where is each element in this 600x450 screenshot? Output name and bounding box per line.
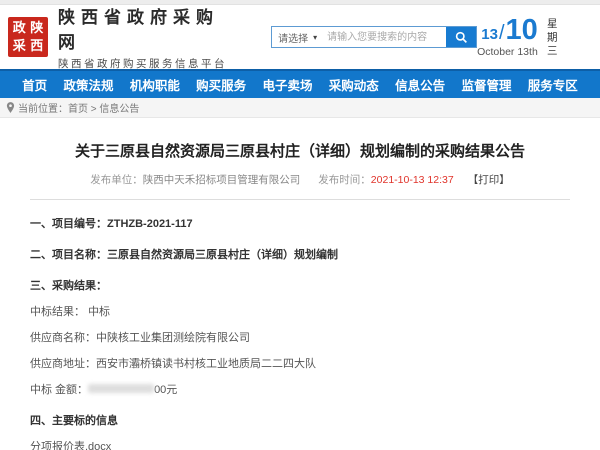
weekday-label: 星期三 — [545, 16, 560, 59]
date-widget: 13 / 10 October 13th 星期三 — [477, 16, 592, 59]
publish-time-label: 发布时间： — [318, 174, 371, 186]
publisher-value: 陕西中天禾招标项目管理有限公司 — [143, 174, 301, 186]
nav-item-announcements[interactable]: 信息公告 — [395, 75, 445, 94]
nav-item-e-mall[interactable]: 电子卖场 — [262, 75, 312, 94]
subject-heading: 四、主要标的信息 — [30, 412, 570, 428]
project-number-line: 一、项目编号：ZTHZB-2021-117 — [30, 215, 570, 231]
nav-item-supervision[interactable]: 监督管理 — [461, 75, 511, 94]
search-icon — [455, 31, 468, 44]
location-pin-icon — [6, 102, 15, 113]
article: 关于三原县自然资源局三原县村庄（详细）规划编制的采购结果公告 发布单位：陕西中天… — [0, 140, 600, 450]
nav-item-procurement-news[interactable]: 采购动态 — [329, 75, 379, 94]
chevron-down-icon: ▾ — [313, 33, 317, 42]
search-category-select[interactable]: 请选择 ▾ — [272, 27, 323, 47]
article-meta: 发布单位：陕西中天禾招标项目管理有限公司 发布时间：2021-10-13 12:3… — [30, 172, 570, 187]
search-select-label: 请选择 — [278, 30, 308, 45]
bid-result-value: 中标 — [88, 306, 110, 318]
publish-time-value: 2021-10-13 12:37 — [371, 174, 454, 186]
project-number-value: ZTHZB-2021-117 — [107, 218, 193, 230]
search-button[interactable] — [446, 27, 476, 47]
logo-char: 采 — [11, 38, 28, 55]
attachment-link[interactable]: 分项报价表.docx — [30, 438, 570, 450]
redacted-amount — [88, 384, 154, 393]
supplier-address-label: 供应商地址： — [30, 358, 96, 370]
supplier-address-line: 供应商地址：西安市灞桥镇读书村核工业地质局二二四大队 — [30, 355, 570, 371]
site-name: 陕西省政府采购网 — [58, 3, 239, 53]
site-header: 政 陕 采 西 陕西省政府采购网 陕西省政府购买服务信息平台 请选择 ▾ 13 … — [0, 5, 600, 69]
logo-char: 陕 — [29, 20, 46, 37]
nav-item-purchase-services[interactable]: 购买服务 — [196, 75, 246, 94]
nav-item-home[interactable]: 首页 — [22, 75, 47, 94]
bid-result-label: 中标结果： — [30, 306, 85, 318]
main-nav: 首页 政策法规 机构职能 购买服务 电子卖场 采购动态 信息公告 监督管理 服务… — [0, 69, 600, 98]
date-month: 10 — [506, 16, 538, 44]
date-day: 13 — [481, 26, 498, 43]
search-input[interactable] — [323, 27, 446, 47]
date-separator: / — [499, 22, 505, 45]
bid-result-line: 中标结果： 中标 — [30, 303, 570, 319]
bid-amount-line: 中标 金额： 00元 — [30, 381, 570, 397]
publisher-label: 发布单位： — [90, 174, 143, 186]
search-box: 请选择 ▾ — [271, 26, 477, 48]
date-english: October 13th — [477, 46, 538, 58]
supplier-address-value: 西安市灞桥镇读书村核工业地质局二二四大队 — [96, 358, 316, 370]
bid-amount-suffix: 00元 — [154, 384, 177, 396]
site-logo[interactable]: 政 陕 采 西 — [8, 17, 48, 57]
breadcrumb-prefix: 当前位置： — [18, 100, 68, 115]
supplier-name-value: 中陕核工业集团测绘院有限公司 — [96, 332, 250, 344]
bid-amount-label: 中标 金额： — [30, 384, 88, 396]
supplier-name-line: 供应商名称：中陕核工业集团测绘院有限公司 — [30, 329, 570, 345]
logo-char: 西 — [29, 38, 46, 55]
page-title: 关于三原县自然资源局三原县村庄（详细）规划编制的采购结果公告 — [30, 140, 570, 161]
project-name-label: 二、项目名称： — [30, 249, 107, 261]
print-button[interactable]: 【打印】 — [468, 174, 510, 186]
logo-char: 政 — [11, 20, 28, 37]
breadcrumb-path[interactable]: 首页 > 信息公告 — [68, 100, 139, 115]
project-number-label: 一、项目编号： — [30, 218, 107, 230]
result-heading: 三、采购结果： — [30, 277, 570, 293]
nav-item-policies[interactable]: 政策法规 — [63, 75, 113, 94]
project-name-value: 三原县自然资源局三原县村庄（详细）规划编制 — [107, 249, 338, 261]
nav-item-service-zone[interactable]: 服务专区 — [528, 75, 578, 94]
supplier-name-label: 供应商名称： — [30, 332, 96, 344]
nav-item-functions[interactable]: 机构职能 — [130, 75, 180, 94]
project-name-line: 二、项目名称：三原县自然资源局三原县村庄（详细）规划编制 — [30, 246, 570, 262]
site-titles: 陕西省政府采购网 陕西省政府购买服务信息平台 — [58, 3, 239, 71]
site-subtitle: 陕西省政府购买服务信息平台 — [58, 56, 239, 71]
divider — [30, 199, 570, 200]
breadcrumb: 当前位置： 首页 > 信息公告 — [0, 98, 600, 118]
